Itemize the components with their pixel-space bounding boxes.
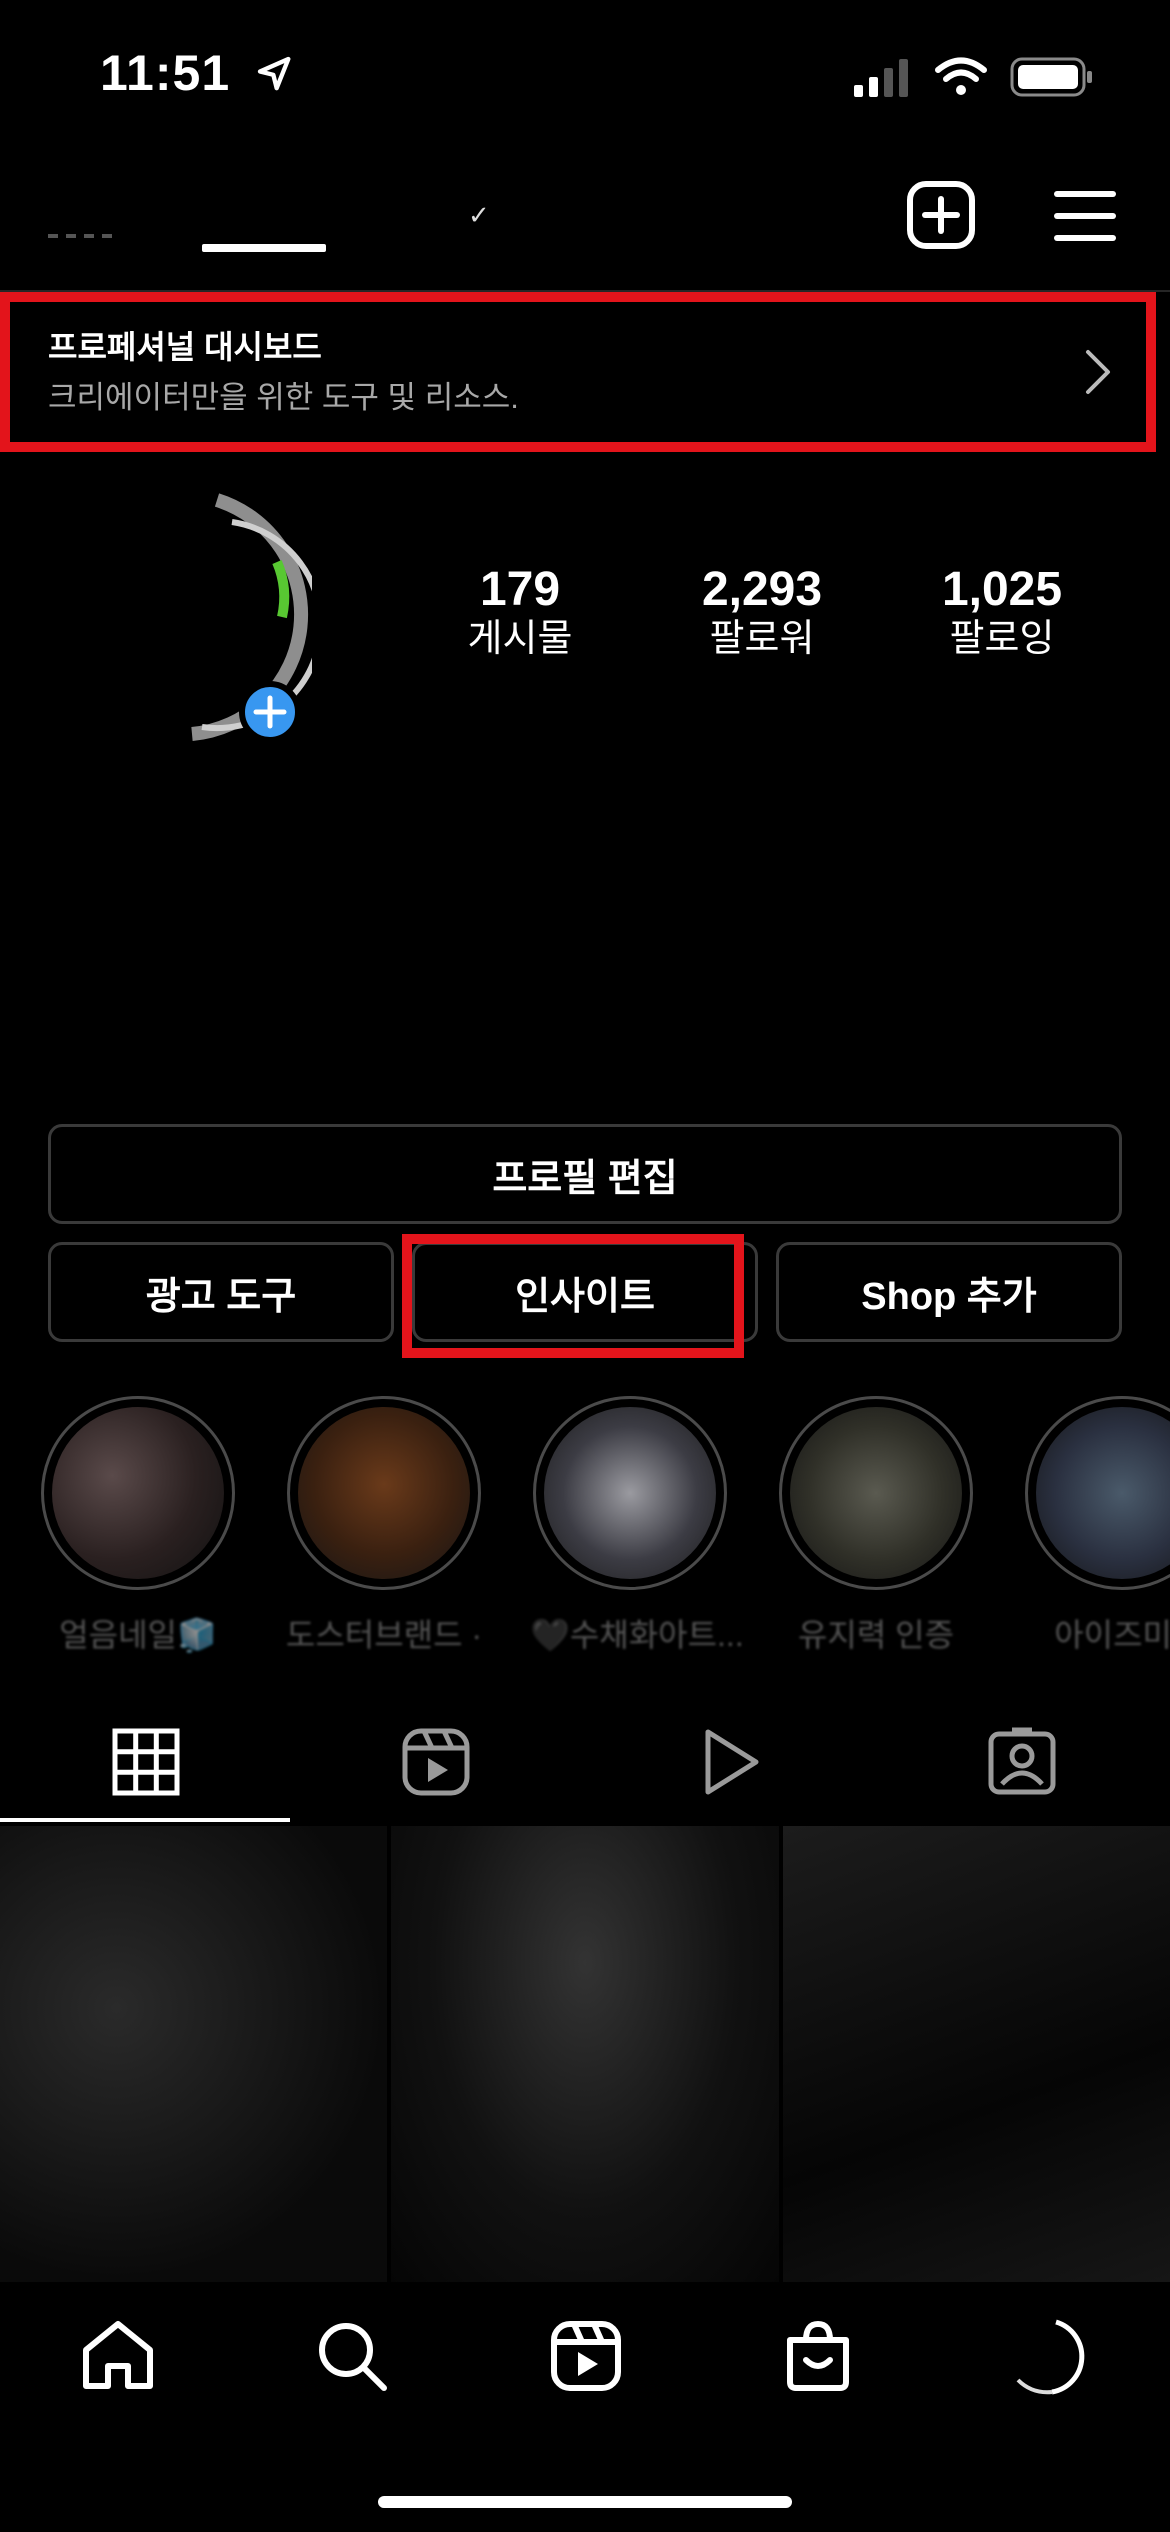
reels-icon[interactable] [546,2316,626,2396]
shop-icon[interactable] [778,2316,858,2396]
wifi-icon [934,57,988,102]
home-icon[interactable] [78,2316,158,2396]
highlight-item[interactable]: 유지력 인증 [776,1396,976,1656]
verified-check: ✓ [468,200,490,230]
bottom-navigation [0,2282,1170,2532]
highlight-item[interactable]: 얼음네일🧊 [38,1396,238,1656]
username-redacted[interactable] [48,234,114,238]
play-icon[interactable] [694,1726,766,1798]
professional-dashboard-banner[interactable]: 프로페셔널 대시보드 크리에이터만을 위한 도구 및 리소스. [0,292,1156,452]
profile-avatar[interactable] [1008,2316,1088,2396]
highlight-item[interactable]: 아이즈미2 [1022,1396,1170,1656]
post-thumbnail[interactable] [782,1826,1170,2282]
add-story-plus-icon[interactable] [239,681,301,743]
dashboard-subtitle: 크리에이터만을 위한 도구 및 리소스. [48,380,519,415]
location-arrow-icon [255,48,295,106]
status-icons [852,56,1094,103]
insights-highlight-box [402,1234,744,1358]
stat-followers[interactable]: 2,293 팔로워 [652,562,872,663]
status-bar: 11:51 [0,0,1170,150]
post-thumbnail[interactable] [0,1826,388,2282]
profile-stats: 179 게시물 2,293 팔로워 1,025 팔로잉 [0,562,1170,682]
top-bar: ✓ [0,160,1170,290]
chevron-right-icon [1080,342,1116,402]
search-icon[interactable] [312,2316,392,2396]
post-thumbnail[interactable] [391,1826,779,2282]
dashboard-title: 프로페셔널 대시보드 [48,329,322,365]
highlight-cover [790,1407,962,1579]
active-tab-indicator [0,1818,290,1822]
add-shop-button[interactable]: Shop 추가 [776,1242,1122,1342]
post-grid [0,1826,1170,2282]
highlight-cover [1036,1407,1170,1579]
username-underline [202,244,326,252]
signal-icon [852,57,912,102]
battery-icon [1010,56,1094,103]
hamburger-menu-icon[interactable] [1054,188,1116,244]
status-time: 11:51 [100,44,295,106]
highlight-cover [298,1407,470,1579]
ad-tools-button[interactable]: 광고 도구 [48,1242,394,1342]
home-indicator [378,2496,792,2508]
highlight-cover [52,1407,224,1579]
highlight-item[interactable]: 도스터브랜드 · [284,1396,484,1656]
grid-icon[interactable] [110,1726,182,1798]
tagged-icon[interactable] [986,1726,1058,1798]
stat-following[interactable]: 1,025 팔로잉 [892,562,1112,663]
profile-tabs [0,1700,1170,1824]
create-plus-icon[interactable] [906,180,976,250]
stat-posts[interactable]: 179 게시물 [410,562,630,663]
highlight-item[interactable]: 🖤수채화아트... [530,1396,744,1656]
reels-icon[interactable] [400,1726,472,1798]
edit-profile-button[interactable]: 프로필 편집 [48,1124,1122,1224]
story-highlights: 얼음네일🧊 도스터브랜드 · 🖤수채화아트... 유지력 인증 아이즈미2 [0,1396,1170,1656]
highlight-cover [544,1407,716,1579]
